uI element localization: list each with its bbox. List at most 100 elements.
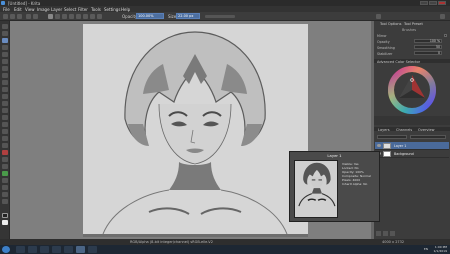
system-clock[interactable]: 1:00 PM 1/1/2019 bbox=[434, 245, 447, 253]
freehand-select-tool-icon[interactable] bbox=[2, 171, 8, 176]
move-tool-icon[interactable] bbox=[2, 101, 8, 106]
new-document-icon[interactable] bbox=[3, 14, 8, 19]
clock-date: 1/1/2019 bbox=[433, 249, 447, 253]
dynamic-brush-tool-icon[interactable] bbox=[2, 80, 8, 85]
smoothing-label: Smoothing bbox=[377, 46, 395, 50]
layer-thumbnail bbox=[383, 143, 391, 149]
text-tool-icon[interactable] bbox=[2, 31, 8, 36]
image-size-status: 4000 x 2732 bbox=[382, 240, 405, 244]
color-selector-title: Advanced Color Selector bbox=[377, 60, 421, 64]
contiguous-select-tool-icon[interactable] bbox=[2, 178, 8, 183]
layer-opacity-field[interactable] bbox=[410, 135, 446, 139]
eye-icon[interactable] bbox=[377, 144, 381, 147]
similar-select-tool-icon[interactable] bbox=[2, 185, 8, 190]
language-indicator[interactable]: EN bbox=[424, 247, 428, 251]
opacity-slider[interactable]: 100.00% bbox=[136, 13, 164, 19]
tab-layers[interactable]: Layers bbox=[378, 128, 390, 132]
color-picker-tool-icon[interactable] bbox=[2, 122, 8, 127]
taskbar-explorer-icon[interactable] bbox=[16, 246, 25, 253]
open-document-icon[interactable] bbox=[10, 14, 15, 19]
size-slider[interactable]: 22.00 px bbox=[176, 13, 200, 19]
taskbar-chrome-icon[interactable] bbox=[52, 246, 61, 253]
tab-tool-preset[interactable]: Tool Preset bbox=[404, 22, 423, 26]
undo-icon[interactable] bbox=[26, 14, 31, 19]
krita-icon bbox=[1, 1, 5, 5]
thumbnail-artwork bbox=[295, 161, 337, 217]
mirror-vertical-icon[interactable] bbox=[97, 14, 102, 19]
freehand-brush-tool-icon[interactable] bbox=[2, 38, 8, 43]
reload-preset-icon[interactable] bbox=[69, 14, 74, 19]
taskbar-app-icon[interactable] bbox=[64, 246, 73, 253]
close-button[interactable] bbox=[438, 1, 446, 5]
horizontal-scrollbar[interactable] bbox=[83, 234, 308, 237]
layer-tooltip: Layer 1 Visible: Yes Locked: No Opacity:… bbox=[289, 151, 380, 222]
maximize-button[interactable] bbox=[429, 1, 437, 5]
drawing-canvas[interactable] bbox=[83, 24, 308, 234]
toolbox bbox=[0, 21, 10, 239]
line-tool-icon[interactable] bbox=[2, 45, 8, 50]
assistant-tool-icon[interactable] bbox=[2, 136, 8, 141]
ellipse-select-tool-icon[interactable] bbox=[2, 157, 8, 162]
opacity-row-label: Opacity bbox=[377, 40, 390, 44]
stabilizer-label: Stabilizer bbox=[377, 52, 393, 56]
tab-overview[interactable]: Overview bbox=[418, 128, 434, 132]
mirror-label: Mirror bbox=[377, 34, 387, 38]
zoom-tool-icon[interactable] bbox=[2, 192, 8, 197]
taskbar-folder-icon[interactable] bbox=[88, 246, 97, 253]
gradient-tool-icon[interactable] bbox=[2, 115, 8, 120]
mirror-horizontal-icon[interactable] bbox=[90, 14, 95, 19]
bezier-tool-icon[interactable] bbox=[2, 73, 8, 78]
blend-mode-icon[interactable] bbox=[55, 14, 60, 19]
eraser-mode-icon[interactable] bbox=[62, 14, 67, 19]
preserve-alpha-icon[interactable] bbox=[76, 14, 81, 19]
brush-preset-strip[interactable] bbox=[374, 116, 450, 125]
select-shapes-tool-icon[interactable] bbox=[2, 24, 8, 29]
background-color-swatch[interactable] bbox=[2, 220, 8, 225]
crop-tool-icon[interactable] bbox=[2, 108, 8, 113]
pan-tool-icon[interactable] bbox=[2, 199, 8, 204]
minimize-button[interactable] bbox=[420, 1, 428, 5]
duplicate-layer-icon[interactable] bbox=[383, 231, 388, 236]
ellipse-tool-icon[interactable] bbox=[2, 59, 8, 64]
workspace-icon[interactable] bbox=[376, 14, 381, 19]
layer-thumbnail bbox=[383, 151, 391, 157]
smoothing-field[interactable]: 50 bbox=[414, 45, 442, 49]
windows-taskbar: EN 1:00 PM 1/1/2019 bbox=[0, 245, 450, 254]
multibrush-tool-icon[interactable] bbox=[2, 87, 8, 92]
tab-channels[interactable]: Channels bbox=[396, 128, 412, 132]
mirror-checkbox[interactable] bbox=[444, 34, 447, 37]
lock-icon[interactable] bbox=[83, 14, 88, 19]
rectangle-tool-icon[interactable] bbox=[2, 52, 8, 57]
redo-icon[interactable] bbox=[33, 14, 38, 19]
right-docker-panel: Tool Options Tool Preset Brushes Mirror … bbox=[374, 21, 450, 239]
measure-tool-icon[interactable] bbox=[2, 143, 8, 148]
polygon-tool-icon[interactable] bbox=[2, 66, 8, 71]
layer-name: Background bbox=[394, 152, 414, 156]
taskbar-krita-icon[interactable] bbox=[76, 246, 85, 253]
tooltip-title: Layer 1 bbox=[327, 153, 342, 158]
start-button-icon[interactable] bbox=[2, 246, 10, 253]
rectangle-select-tool-icon[interactable] bbox=[2, 150, 8, 155]
foreground-color-swatch[interactable] bbox=[2, 213, 8, 218]
tooltip-thumbnail bbox=[294, 160, 338, 218]
polygon-select-tool-icon[interactable] bbox=[2, 164, 8, 169]
brush-toolbar: Opacity: 100.00% Size: 22.00 px bbox=[0, 12, 450, 21]
transform-tool-icon[interactable] bbox=[2, 94, 8, 99]
taskbar-media-icon[interactable] bbox=[28, 246, 37, 253]
layer-row[interactable]: Background bbox=[375, 150, 449, 158]
layer-row[interactable]: Layer 1 bbox=[375, 142, 449, 150]
save-icon[interactable] bbox=[17, 14, 22, 19]
flow-slider[interactable] bbox=[205, 15, 235, 18]
brush-preset-icon[interactable] bbox=[48, 14, 53, 19]
tab-tool-options[interactable]: Tool Options bbox=[380, 22, 401, 26]
color-wheel[interactable] bbox=[388, 66, 436, 114]
fill-tool-icon[interactable] bbox=[2, 129, 8, 134]
opacity-row-field[interactable]: 100 % bbox=[414, 39, 442, 43]
blend-mode-dropdown[interactable] bbox=[377, 135, 407, 139]
delete-layer-icon[interactable] bbox=[390, 231, 395, 236]
stabilizer-field[interactable]: 0 bbox=[414, 51, 442, 55]
configure-icon[interactable] bbox=[440, 14, 445, 19]
add-layer-icon[interactable] bbox=[376, 231, 381, 236]
taskbar-firefox-icon[interactable] bbox=[40, 246, 49, 253]
brushes-section-title: Brushes bbox=[402, 28, 417, 32]
